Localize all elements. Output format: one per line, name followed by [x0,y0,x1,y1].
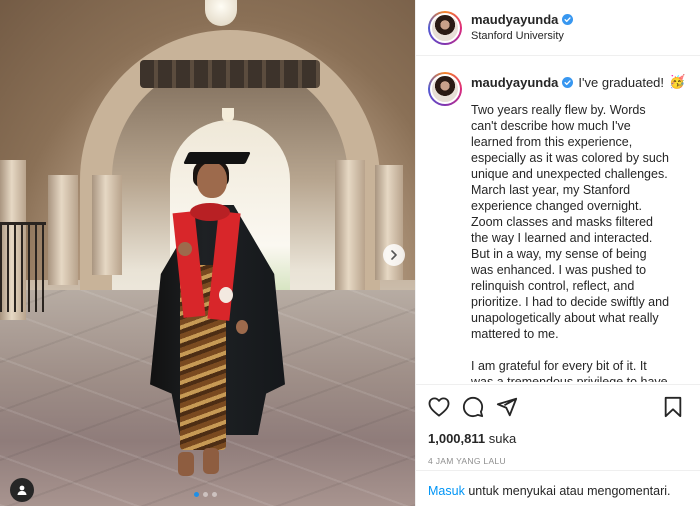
post-photo[interactable] [0,0,415,506]
save-button[interactable] [663,396,683,418]
login-link[interactable]: Masuk [428,484,465,498]
caption-username-link[interactable]: maudyayunda [471,75,558,90]
carousel-dot [203,492,208,497]
avatar[interactable] [428,10,462,45]
caption-text: Two years really flew by. Words can't de… [471,103,670,382]
likes-count[interactable]: 1,000,811 suka [428,431,689,446]
comment-icon [462,396,484,418]
carousel-indicator [194,492,217,497]
verified-badge-icon [562,76,574,88]
comment-button[interactable] [462,396,484,418]
caption-section: maudyayunda I've graduated! 🥳 Two years … [416,56,700,382]
login-prompt-text: untuk menyukai atau mengomentari. [468,484,671,498]
post-header: maudyayunda Stanford University [416,0,700,56]
post-actions: 1,000,811 suka 4 JAM YANG LALU [416,384,700,466]
caption-title: I've graduated! [578,74,665,90]
login-prompt: Masuk untuk menyukai atau mengomentari. [416,470,700,506]
heart-icon [428,397,450,417]
chevron-right-icon [391,250,397,260]
verified-badge-icon [562,14,574,25]
party-face-emoji-icon: 🥳 [669,74,686,89]
like-button[interactable] [428,397,450,417]
post-sidebar: maudyayunda Stanford University maudyayu… [415,0,700,506]
share-button[interactable] [496,396,518,418]
carousel-dot [212,492,217,497]
location-link[interactable]: Stanford University [471,28,573,44]
post-timestamp[interactable]: 4 JAM YANG LALU [428,456,689,466]
username-link[interactable]: maudyayunda [471,12,558,28]
share-icon [496,397,518,417]
carousel-next-button[interactable] [383,244,405,266]
tagged-users-button[interactable] [10,478,34,502]
bookmark-icon [664,396,682,418]
carousel-dot [194,492,199,497]
user-tag-icon [17,485,27,495]
avatar[interactable] [428,72,462,106]
